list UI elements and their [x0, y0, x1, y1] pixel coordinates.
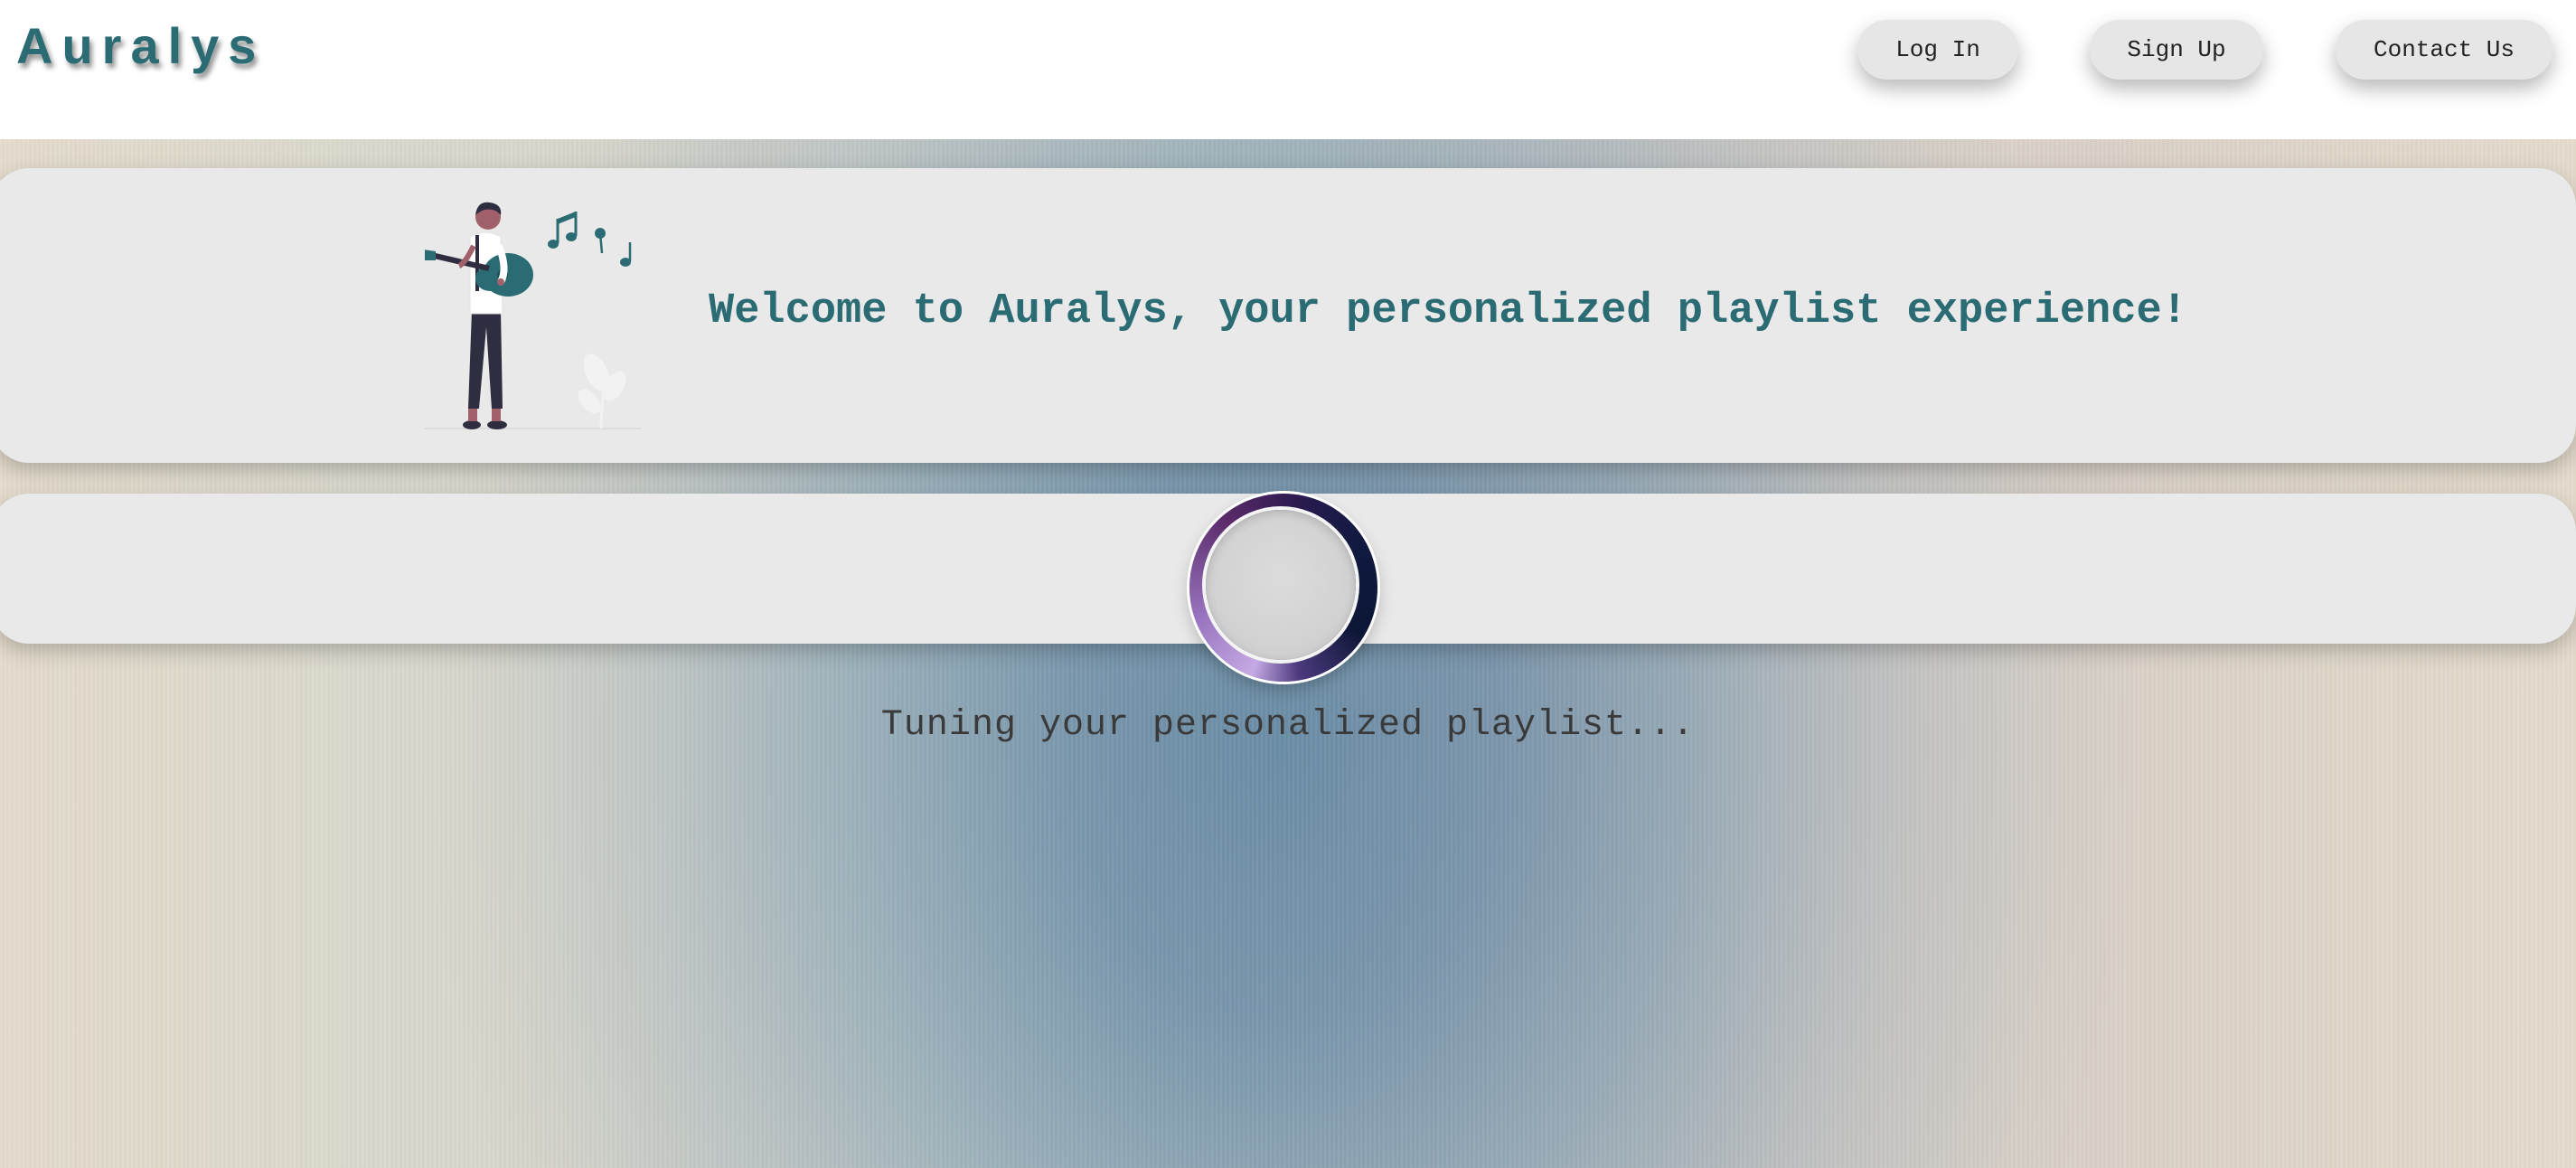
- login-button[interactable]: Log In: [1857, 20, 2018, 80]
- contact-us-button[interactable]: Contact Us: [2336, 20, 2552, 80]
- welcome-heading: Welcome to Auralys, your personalized pl…: [709, 287, 2187, 335]
- loading-spinner: [1189, 494, 1377, 682]
- loading-spinner-core: [1206, 510, 1356, 660]
- guitarist-illustration: [425, 202, 642, 429]
- site-logo[interactable]: Auralys: [16, 16, 265, 75]
- loading-status-text: Tuning your personalized playlist...: [880, 705, 1696, 746]
- top-header: Auralys Log In Sign Up Contact Us: [0, 0, 2576, 139]
- signup-button[interactable]: Sign Up: [2090, 20, 2263, 80]
